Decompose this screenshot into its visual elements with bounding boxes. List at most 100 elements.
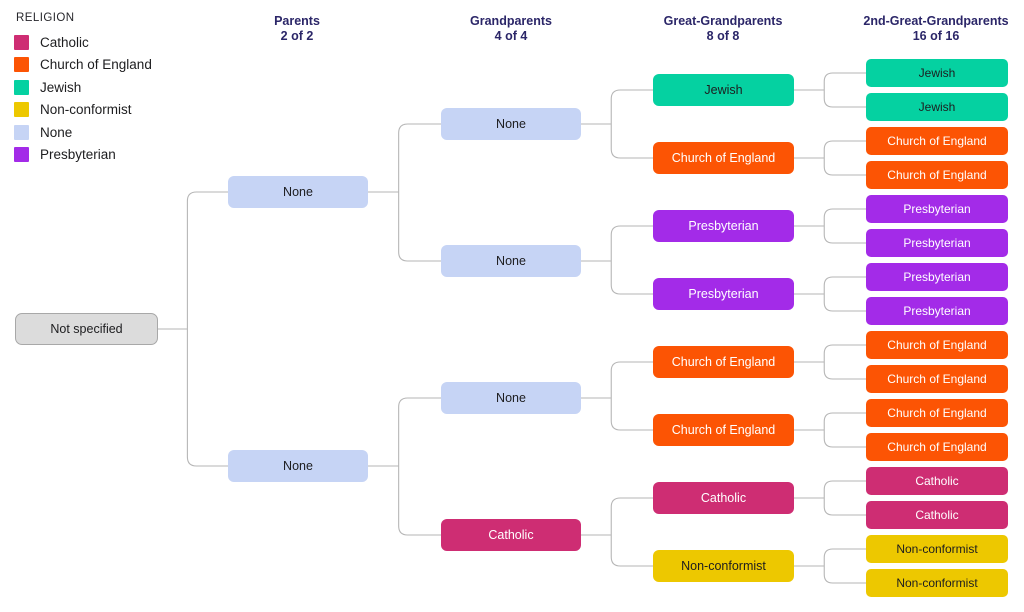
node-2nd-great-grandparent[interactable]: Presbyterian: [866, 263, 1008, 291]
legend-item[interactable]: Presbyterian: [14, 144, 214, 167]
node-label: Catholic: [700, 490, 747, 505]
node-2nd-great-grandparent[interactable]: Church of England: [866, 161, 1008, 189]
node-2nd-great-grandparent[interactable]: Jewish: [866, 59, 1008, 87]
node-great-grandparent[interactable]: Presbyterian: [653, 210, 794, 242]
node-grandparent[interactable]: None: [441, 108, 581, 140]
connector-line: [398, 397, 441, 466]
node-2nd-great-grandparent[interactable]: Church of England: [866, 331, 1008, 359]
node-2nd-great-grandparent[interactable]: Church of England: [866, 399, 1008, 427]
connector-line: [610, 361, 653, 398]
node-label: None: [283, 458, 313, 473]
node-2nd-great-grandparent[interactable]: Jewish: [866, 93, 1008, 121]
connector-line: [823, 498, 866, 516]
node-label: Presbyterian: [688, 218, 759, 233]
node-label: Church of England: [887, 134, 987, 148]
column-header-count: 2 of 2: [280, 29, 314, 43]
connector-line: [823, 430, 866, 448]
node-label: Church of England: [887, 372, 987, 386]
node-2nd-great-grandparent[interactable]: Catholic: [866, 467, 1008, 495]
connector-line: [823, 344, 866, 362]
node-grandparent[interactable]: None: [441, 245, 581, 277]
connector-line: [610, 535, 653, 567]
column-header-title: Grandparents: [470, 14, 552, 28]
column-header-count: 4 of 4: [494, 29, 528, 43]
connector-line: [823, 294, 866, 312]
legend-color-swatch: [14, 102, 29, 118]
node-grandparent[interactable]: None: [441, 382, 581, 414]
connector-line: [823, 72, 866, 90]
connector-line: [186, 329, 228, 467]
column-header: Parents 2 of 2: [177, 14, 417, 44]
column-header-count: 16 of 16: [912, 29, 960, 43]
node-label: Church of England: [671, 422, 776, 437]
node-label: Jewish: [918, 66, 956, 80]
connector-line: [398, 466, 441, 536]
node-great-grandparent[interactable]: Catholic: [653, 482, 794, 514]
legend-color-swatch: [14, 57, 29, 73]
connector-line: [823, 412, 866, 430]
node-label: Presbyterian: [903, 236, 971, 250]
node-label: Church of England: [671, 354, 776, 369]
legend-color-swatch: [14, 124, 29, 140]
connector-line: [610, 89, 653, 124]
node-label: Presbyterian: [903, 304, 971, 318]
column-header: Grandparents 4 of 4: [391, 14, 631, 44]
legend-color-swatch: [14, 34, 29, 50]
column-header: 2nd-Great-Grandparents 16 of 16: [816, 14, 1024, 44]
legend-item-label: Jewish: [40, 79, 82, 95]
node-great-grandparent[interactable]: Church of England: [653, 142, 794, 174]
node-great-grandparent[interactable]: Church of England: [653, 346, 794, 378]
legend-item[interactable]: Jewish: [14, 76, 214, 99]
node-2nd-great-grandparent[interactable]: Non-conformist: [866, 569, 1008, 597]
legend-item[interactable]: None: [14, 121, 214, 144]
node-root-person[interactable]: Not specified: [15, 313, 158, 345]
connector-line: [610, 398, 653, 431]
node-great-grandparent[interactable]: Presbyterian: [653, 278, 794, 310]
node-label: Church of England: [887, 168, 987, 182]
legend-item-label: Church of England: [40, 57, 152, 72]
node-parent[interactable]: None: [228, 176, 368, 208]
node-label: Not specified: [50, 321, 123, 336]
legend-item[interactable]: Non-conformist: [14, 99, 214, 122]
node-label: Church of England: [887, 440, 987, 454]
node-label: Catholic: [488, 527, 534, 542]
column-header-count: 8 of 8: [706, 29, 740, 43]
connector-line: [823, 362, 866, 380]
connector-line: [823, 208, 866, 226]
connector-line: [823, 140, 866, 158]
connector-line: [823, 480, 866, 498]
connector-line: [610, 124, 653, 159]
pedigree-chart: RELIGION Catholic Church of England Jewish…: [0, 0, 1024, 612]
legend-color-swatch: [14, 79, 29, 95]
node-parent[interactable]: None: [228, 450, 368, 482]
node-2nd-great-grandparent[interactable]: Presbyterian: [866, 297, 1008, 325]
node-2nd-great-grandparent[interactable]: Catholic: [866, 501, 1008, 529]
node-2nd-great-grandparent[interactable]: Church of England: [866, 433, 1008, 461]
node-label: Presbyterian: [688, 286, 759, 301]
node-2nd-great-grandparent[interactable]: Presbyterian: [866, 195, 1008, 223]
node-2nd-great-grandparent[interactable]: Church of England: [866, 127, 1008, 155]
node-label: None: [496, 390, 526, 405]
node-2nd-great-grandparent[interactable]: Presbyterian: [866, 229, 1008, 257]
connector-line: [823, 276, 866, 294]
node-label: Presbyterian: [903, 202, 971, 216]
legend-item[interactable]: Church of England: [14, 54, 214, 77]
node-great-grandparent[interactable]: Non-conformist: [653, 550, 794, 582]
node-label: Jewish: [918, 100, 956, 114]
legend-item-label: None: [40, 124, 73, 140]
node-label: None: [496, 253, 526, 268]
node-label: None: [283, 184, 313, 199]
connector-line: [823, 566, 866, 584]
connector-line: [610, 261, 653, 295]
node-2nd-great-grandparent[interactable]: Non-conformist: [866, 535, 1008, 563]
node-label: Church of England: [887, 338, 987, 352]
legend-list: Catholic Church of England Jewish Non-confo…: [14, 31, 214, 166]
node-label: None: [496, 116, 526, 131]
node-great-grandparent[interactable]: Church of England: [653, 414, 794, 446]
legend-item-label: Presbyterian: [40, 147, 116, 162]
connector-line: [823, 548, 866, 566]
node-2nd-great-grandparent[interactable]: Church of England: [866, 365, 1008, 393]
node-label: Presbyterian: [903, 270, 971, 284]
node-great-grandparent[interactable]: Jewish: [653, 74, 794, 106]
node-grandparent[interactable]: Catholic: [441, 519, 581, 551]
